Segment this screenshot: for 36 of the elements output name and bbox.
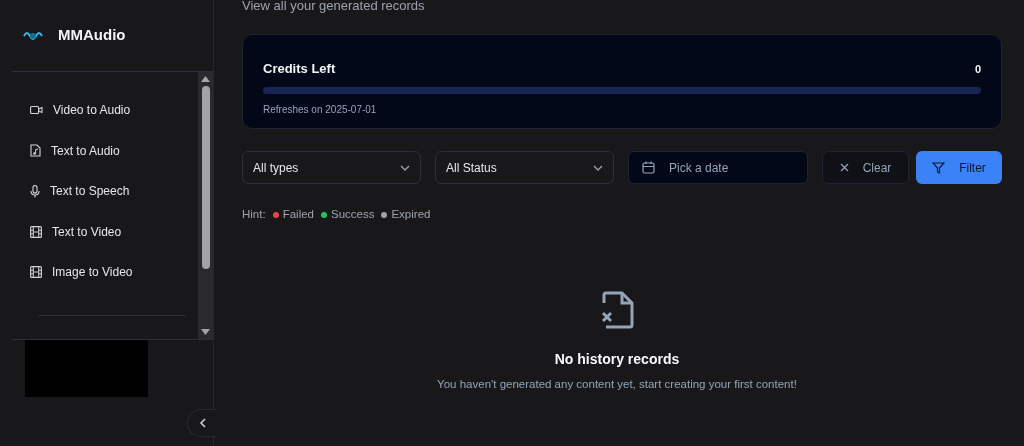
date-field[interactable]: Pick a date bbox=[628, 151, 808, 184]
film-icon bbox=[30, 225, 42, 238]
hint-label: Hint: bbox=[242, 207, 266, 222]
status-select[interactable]: All Status bbox=[435, 151, 614, 184]
clear-button[interactable]: Clear bbox=[822, 151, 909, 184]
scroll-up-icon[interactable] bbox=[201, 76, 210, 82]
scrollbar[interactable] bbox=[198, 72, 213, 339]
empty-title: No history records bbox=[554, 350, 680, 370]
legend-label: Expired bbox=[391, 207, 431, 222]
refresh-date: Refreshes on 2025-07-01 bbox=[263, 102, 378, 117]
film-icon bbox=[30, 266, 42, 279]
sidebar-item[interactable]: Text to Audio bbox=[30, 130, 198, 171]
close-icon bbox=[839, 163, 849, 172]
music-file-icon bbox=[30, 144, 41, 158]
credits-title: Credits Left bbox=[263, 60, 336, 78]
microphone-icon bbox=[30, 184, 40, 198]
type-select[interactable]: All types bbox=[242, 151, 421, 184]
file-x-icon bbox=[600, 291, 634, 330]
sidebar-item[interactable]: Video to Audio bbox=[30, 90, 198, 131]
chevron-icon bbox=[593, 164, 603, 171]
empty-message: You haven't generated any content yet, start creating your first content! bbox=[437, 377, 797, 393]
filter-button[interactable]: Filter bbox=[916, 151, 1002, 184]
legend-label: Failed bbox=[282, 207, 314, 222]
sidebar-item[interactable]: Image to Video bbox=[30, 252, 198, 293]
collapse-button[interactable] bbox=[187, 409, 217, 437]
scroll-down-icon[interactable] bbox=[201, 329, 210, 335]
page-subtitle: View all your generated records bbox=[242, 0, 426, 15]
chevron-icon bbox=[400, 164, 410, 171]
chevron-left-icon bbox=[198, 418, 207, 428]
video-camera-icon bbox=[30, 105, 43, 116]
sidebar-item[interactable]: Text to Video bbox=[30, 211, 198, 252]
brand-name: MMAudio bbox=[58, 25, 126, 46]
filter-icon bbox=[932, 161, 946, 174]
credits-value: 0 bbox=[974, 61, 981, 77]
legend-label: Success bbox=[331, 207, 375, 222]
sidebar-item[interactable]: Text to Speech bbox=[30, 171, 198, 212]
